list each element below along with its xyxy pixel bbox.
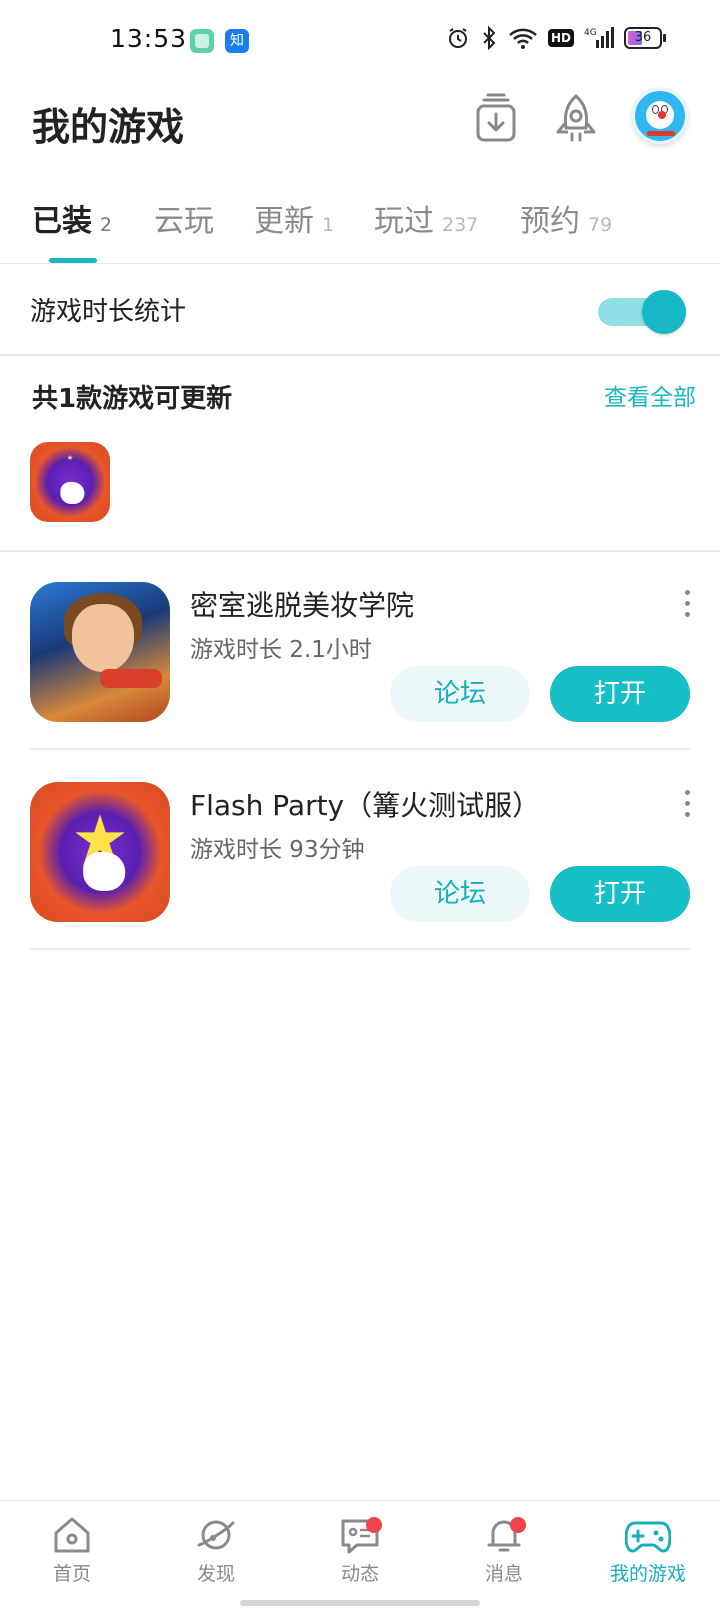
game-name: 密室逃脱美妆学院	[190, 589, 415, 622]
app-notification-icon	[190, 29, 214, 53]
tab-played[interactable]: 玩过 237	[374, 196, 478, 262]
home-icon	[54, 1517, 90, 1553]
nav-label: 消息	[484, 1563, 523, 1585]
play-time-stats-label: 游戏时长统计	[30, 297, 187, 327]
tab-reserved[interactable]: 预约 79	[520, 196, 612, 262]
more-options-icon[interactable]	[682, 590, 692, 620]
gamepad-icon	[625, 1521, 671, 1553]
signal-icon: 4G	[584, 27, 614, 48]
game-play-time: 游戏时长 93分钟	[190, 837, 365, 863]
more-options-icon[interactable]	[682, 790, 692, 820]
game-play-time: 游戏时长 2.1小时	[190, 637, 372, 663]
status-indicators: HD 4G 36	[446, 26, 666, 50]
game-icon[interactable]: ★	[30, 782, 170, 922]
tab-installed[interactable]: 已装 2	[32, 196, 112, 262]
tab-count: 79	[588, 214, 613, 236]
view-all-link[interactable]: 查看全部	[604, 378, 696, 412]
battery-icon: 36	[624, 27, 666, 49]
divider	[0, 354, 720, 356]
svg-text:4G: 4G	[584, 28, 597, 38]
nav-label: 发现	[196, 1563, 235, 1585]
forum-button[interactable]: 论坛	[390, 666, 530, 722]
divider	[30, 948, 690, 950]
page-header: 我的游戏	[0, 88, 720, 158]
hd-icon: HD	[547, 29, 574, 47]
game-icon[interactable]	[30, 582, 170, 722]
game-name: Flash Party（篝火测试服）	[190, 789, 541, 822]
download-manager-icon[interactable]	[474, 92, 524, 148]
bluetooth-icon	[483, 26, 496, 50]
nav-label: 动态	[340, 1563, 379, 1585]
zhihu-notification-icon: 知	[225, 29, 249, 53]
rocket-icon[interactable]	[552, 92, 602, 148]
tab-count: 1	[322, 214, 335, 236]
play-time-stats-toggle[interactable]	[598, 290, 686, 334]
notification-dot	[366, 1517, 382, 1533]
updates-title: 共1款游戏可更新	[32, 384, 233, 414]
nav-messages[interactable]: 消息	[454, 1515, 554, 1586]
tab-updates[interactable]: 更新 1	[254, 196, 334, 262]
notification-dot	[510, 1517, 526, 1533]
tab-label: 已装	[32, 204, 92, 239]
game-list-item[interactable]: 密室逃脱美妆学院 游戏时长 2.1小时 论坛 打开	[0, 552, 720, 750]
status-time: 13:53	[110, 24, 188, 53]
update-game-icon[interactable]: ★	[30, 442, 110, 522]
nav-my-games[interactable]: 我的游戏	[598, 1515, 698, 1586]
nav-feed[interactable]: 动态	[310, 1515, 410, 1586]
game-list-item[interactable]: ★ Flash Party（篝火测试服） 游戏时长 93分钟 论坛 打开	[0, 752, 720, 950]
nav-home[interactable]: 首页	[22, 1515, 122, 1586]
forum-button[interactable]: 论坛	[390, 866, 530, 922]
avatar[interactable]	[632, 88, 688, 144]
tab-count: 237	[442, 214, 479, 236]
tab-cloud-play[interactable]: 云玩	[154, 196, 214, 262]
open-button[interactable]: 打开	[550, 866, 690, 922]
home-indicator[interactable]	[240, 1600, 480, 1606]
planet-icon	[197, 1520, 235, 1550]
play-time-stats-row: 游戏时长统计	[0, 264, 720, 354]
nav-label: 我的游戏	[609, 1563, 686, 1585]
open-button[interactable]: 打开	[550, 666, 690, 722]
tab-count: 2	[100, 214, 113, 236]
nav-label: 首页	[52, 1563, 91, 1585]
tab-bar: 已装 2 云玩 更新 1 玩过 237 预约 79	[0, 196, 720, 263]
page-title: 我的游戏	[32, 105, 185, 149]
tab-label: 云玩	[154, 204, 214, 239]
tab-label: 更新	[254, 204, 314, 239]
wifi-icon	[509, 28, 537, 49]
alarm-icon	[448, 28, 467, 48]
nav-discover[interactable]: 发现	[166, 1515, 266, 1586]
status-bar: 13:53 知 HD 4G 36	[0, 0, 720, 80]
bottom-navigation: 首页 发现 动态 消息 我的游戏	[0, 1500, 720, 1608]
tab-label: 预约	[520, 204, 580, 239]
tab-label: 玩过	[374, 204, 434, 239]
divider	[30, 748, 690, 750]
